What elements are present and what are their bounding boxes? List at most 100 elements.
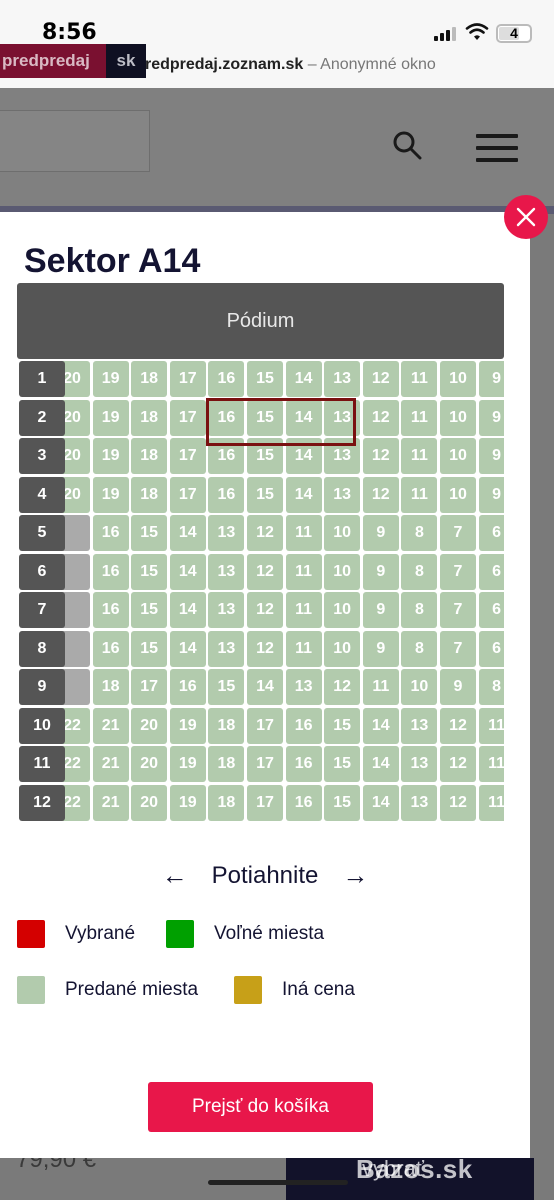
seat[interactable]: 21 [92,784,129,821]
drag-hint[interactable]: ← Potiahnite → [0,860,530,891]
seat[interactable]: 16 [92,553,129,590]
seat[interactable]: 12 [362,438,399,474]
seat[interactable]: 16 [208,476,245,513]
seat[interactable]: 18 [208,707,245,744]
seat[interactable]: 11 [401,438,438,474]
seat[interactable]: 15 [131,592,168,628]
seat[interactable]: 21 [92,746,129,782]
seat[interactable]: 15 [131,553,168,590]
seat[interactable]: 16 [285,746,322,782]
seat[interactable]: 12 [440,784,476,821]
go-to-cart-button[interactable]: Prejsť do košíka [148,1082,373,1132]
seat[interactable]: 13 [401,784,438,821]
seat[interactable]: 19 [169,746,206,782]
seat[interactable]: 14 [362,784,399,821]
seat[interactable]: 11 [285,553,322,590]
seat[interactable]: 9 [362,630,399,667]
seat[interactable]: 19 [92,476,129,513]
seat[interactable]: 6 [478,592,504,628]
seat[interactable]: 9 [478,361,504,397]
seat[interactable]: 17 [169,476,206,513]
seat[interactable]: 17 [247,784,283,821]
seat[interactable]: 11 [362,669,399,705]
seat[interactable]: 13 [324,361,361,397]
seat[interactable]: 17 [169,361,206,397]
seat[interactable]: 14 [362,746,399,782]
seat[interactable]: 15 [324,746,361,782]
seat[interactable]: 20 [131,784,168,821]
seat[interactable]: 10 [440,476,476,513]
seat[interactable]: 12 [440,707,476,744]
seat[interactable]: 9 [362,515,399,551]
seat[interactable]: 13 [401,707,438,744]
seat[interactable]: 8 [478,669,504,705]
seat[interactable]: 14 [169,630,206,667]
seat[interactable]: 16 [208,361,245,397]
seat[interactable]: 7 [440,553,476,590]
seat[interactable]: 16 [285,707,322,744]
seat[interactable]: 10 [440,361,476,397]
seat[interactable]: 10 [440,399,476,436]
seat[interactable]: 7 [440,630,476,667]
seat[interactable]: 12 [362,361,399,397]
seat[interactable]: 16 [92,515,129,551]
site-logo-suffix[interactable]: sk [106,44,146,78]
seat[interactable]: 10 [324,553,361,590]
seat[interactable]: 18 [131,399,168,436]
seat[interactable]: 14 [285,361,322,397]
seat[interactable]: 16 [92,592,129,628]
seat[interactable]: 11 [478,784,504,821]
seat[interactable]: 13 [208,515,245,551]
close-button[interactable] [504,195,548,239]
seat[interactable]: 13 [285,669,322,705]
seat[interactable]: 13 [324,476,361,513]
seat[interactable]: 17 [247,707,283,744]
seat[interactable]: 17 [247,746,283,782]
seat[interactable]: 6 [478,630,504,667]
seat[interactable]: 20 [131,707,168,744]
seat[interactable]: 20 [131,746,168,782]
seat[interactable]: 14 [285,476,322,513]
seat[interactable]: 18 [131,476,168,513]
seat[interactable]: 19 [92,399,129,436]
seat[interactable]: 19 [92,438,129,474]
seat[interactable]: 12 [362,476,399,513]
seat[interactable]: 12 [247,515,283,551]
seat[interactable]: 18 [208,746,245,782]
seat[interactable]: 10 [440,438,476,474]
seat[interactable]: 14 [362,707,399,744]
seat[interactable]: 15 [208,669,245,705]
arrow-left-icon[interactable]: ← [162,860,188,891]
seat[interactable]: 21 [92,707,129,744]
seat[interactable]: 12 [440,746,476,782]
search-icon[interactable] [392,130,422,160]
seat[interactable]: 9 [362,553,399,590]
seat[interactable]: 16 [285,784,322,821]
seat[interactable]: 8 [401,515,438,551]
seat[interactable]: 10 [324,515,361,551]
seat[interactable]: 11 [285,592,322,628]
seat[interactable]: 9 [362,592,399,628]
seat[interactable]: 15 [324,707,361,744]
seat[interactable]: 12 [247,553,283,590]
site-logo[interactable]: predpredaj [0,44,106,78]
seat[interactable]: 11 [285,515,322,551]
seat[interactable]: 19 [92,361,129,397]
seat-map[interactable]: 20 19 18 17 16 15 14 13 12 11 10 9 1 20 19 18 17 16 15 14 13… [17,360,504,822]
seat[interactable]: 11 [401,361,438,397]
seat[interactable]: 16 [169,669,206,705]
seat[interactable]: 18 [131,361,168,397]
seat[interactable]: 7 [440,515,476,551]
seat[interactable]: 11 [478,746,504,782]
seat[interactable]: 10 [401,669,438,705]
seat[interactable]: 19 [169,707,206,744]
seat[interactable]: 8 [401,553,438,590]
seat[interactable]: 9 [440,669,476,705]
logo-container[interactable] [0,110,150,172]
seat[interactable]: 13 [208,630,245,667]
seat[interactable]: 9 [478,438,504,474]
seat[interactable]: 15 [324,784,361,821]
seat[interactable]: 18 [92,669,129,705]
seat[interactable]: 17 [131,669,168,705]
seat[interactable]: 18 [208,784,245,821]
